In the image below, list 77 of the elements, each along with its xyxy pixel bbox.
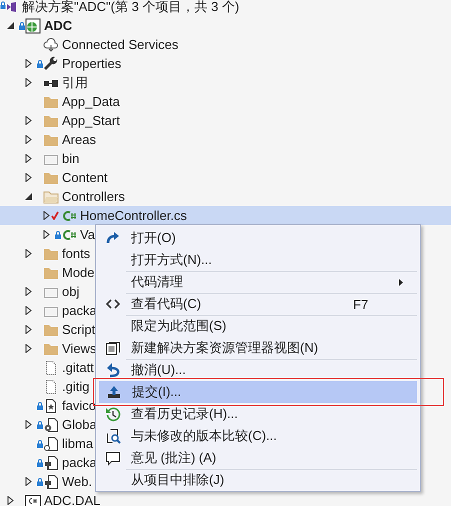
expand-arrow-icon[interactable]: [25, 116, 33, 125]
expand-arrow-icon[interactable]: [25, 249, 33, 258]
menu-item[interactable]: 打开方式(N)...: [96, 249, 417, 271]
expand-arrow-icon[interactable]: [43, 230, 51, 239]
hidden-file-icon: [43, 378, 59, 394]
menu-item[interactable]: 打开(O): [96, 227, 417, 249]
web-project-icon: [25, 18, 41, 34]
tree-item[interactable]: bin: [62, 151, 80, 166]
tree-item[interactable]: Va: [80, 227, 95, 242]
tree-item[interactable]: Mode: [62, 265, 95, 280]
tree-item[interactable]: Areas: [62, 132, 96, 147]
cloud-icon: [43, 36, 59, 52]
tree-item[interactable]: Content: [62, 170, 108, 185]
expand-arrow-icon[interactable]: [25, 78, 33, 87]
collapse-arrow-icon[interactable]: [7, 21, 15, 30]
compare-icon: [105, 428, 121, 444]
tree-item[interactable]: ADC.DAL: [44, 493, 100, 506]
shortcut-text: F7: [353, 296, 370, 312]
tree-item[interactable]: App_Data: [62, 94, 120, 109]
tree-item[interactable]: .gitig: [62, 379, 90, 394]
tree-item[interactable]: Controllers: [62, 189, 125, 204]
tree-item[interactable]: App_Start: [62, 113, 120, 128]
expand-arrow-icon[interactable]: [25, 344, 33, 353]
window-icon: [105, 340, 121, 356]
tree-item[interactable]: Connected Services: [62, 37, 178, 52]
menu-item[interactable]: 撤消(U)...: [96, 359, 417, 381]
redo-icon: [105, 230, 121, 246]
expand-arrow-icon[interactable]: [25, 306, 33, 315]
tree-item[interactable]: Properties: [62, 56, 122, 71]
menu-item[interactable]: 新建解决方案资源管理器视图(N): [96, 337, 417, 359]
image-file-icon: [43, 398, 59, 414]
expand-arrow-icon[interactable]: [25, 59, 33, 68]
hidden-file-icon: [43, 360, 59, 376]
menu-item[interactable]: 与未修改的版本比较(C)...: [96, 425, 417, 447]
tree-item[interactable]: Views: [62, 341, 96, 356]
expand-arrow-icon[interactable]: [25, 287, 33, 296]
tree-item[interactable]: Globa: [62, 417, 97, 432]
comment-icon: [105, 450, 121, 466]
tree-item[interactable]: 引用: [62, 74, 88, 92]
tree-item[interactable]: favico: [62, 398, 96, 413]
tree-item[interactable]: Script: [62, 322, 96, 337]
expand-arrow-icon[interactable]: [25, 135, 33, 144]
collapse-arrow-icon[interactable]: [25, 192, 33, 201]
tree-item[interactable]: obj: [62, 284, 80, 299]
menu-item[interactable]: 提交(I)...: [99, 381, 417, 403]
menu-item[interactable]: 查看历史记录(H)...: [96, 403, 417, 425]
link-file-icon: [43, 436, 59, 452]
solution-icon: [0, 1, 18, 13]
upload-icon: [106, 384, 122, 400]
menu-item[interactable]: 代码清理: [96, 271, 417, 293]
expand-arrow-icon[interactable]: [25, 154, 33, 163]
menu-item[interactable]: 限定为此范围(S): [96, 315, 417, 337]
menu-item[interactable]: 从项目中排除(J): [96, 469, 417, 491]
config-file-icon: [43, 454, 59, 470]
tree-item[interactable]: libma: [62, 436, 94, 451]
wrench-icon: [43, 56, 59, 72]
tree-item[interactable]: HomeController.cs: [80, 208, 187, 223]
tree-item[interactable]: Web.: [62, 474, 92, 489]
menu-item[interactable]: 意见 (批注) (A): [96, 447, 417, 469]
tree-item[interactable]: fonts: [62, 246, 90, 261]
tree-item[interactable]: ADC: [44, 18, 72, 33]
expand-arrow-icon[interactable]: [25, 325, 33, 334]
solution-title: 解决方案"ADC"(第 3 个项目，共 3 个): [22, 0, 240, 16]
expand-arrow-icon[interactable]: [25, 420, 33, 429]
config-file-icon: [43, 474, 59, 490]
expand-arrow-icon[interactable]: [43, 211, 51, 220]
history-icon: [105, 406, 121, 422]
gear-file-icon: [43, 416, 59, 432]
tree-item[interactable]: packa: [62, 303, 97, 318]
expand-arrow-icon[interactable]: [7, 496, 15, 505]
tree-item[interactable]: packa: [62, 455, 97, 470]
menu-item[interactable]: 查看代码(C) F7: [96, 293, 417, 315]
tree-item[interactable]: .gitatt: [62, 360, 94, 375]
expand-arrow-icon[interactable]: [25, 173, 33, 182]
undo-icon: [105, 362, 121, 378]
expand-arrow-icon[interactable]: [25, 477, 33, 486]
open-folder-icon: [43, 188, 59, 204]
